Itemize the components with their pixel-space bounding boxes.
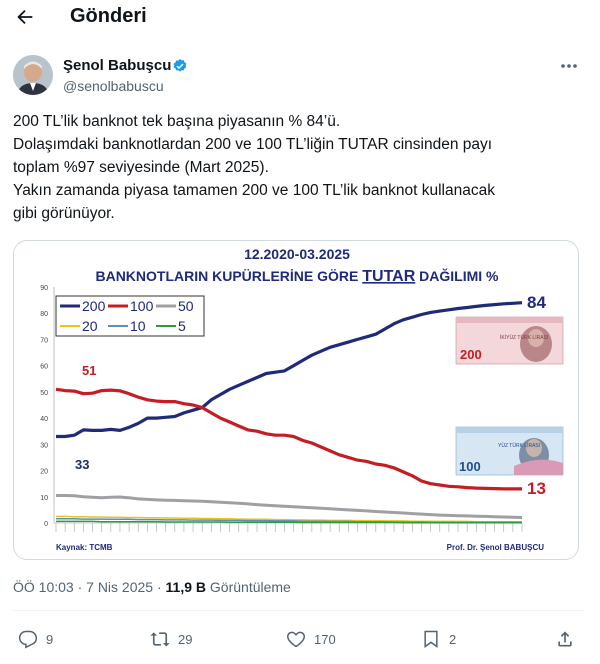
- share-icon: [558, 631, 572, 647]
- label-100-start: 51: [82, 363, 96, 378]
- y-tick-label: 80: [40, 311, 48, 318]
- y-tick-label: 20: [40, 469, 48, 476]
- tweet-meta: ÖÖ 10:03 · 7 Nis 2025 · 11,9 B Görüntüle…: [13, 579, 291, 595]
- reply-count: 9: [46, 631, 54, 647]
- legend-label-5: 5: [178, 318, 186, 334]
- bookmark-icon: [424, 630, 438, 648]
- chart-subtitle-post: DAĞILIMI %: [415, 267, 499, 284]
- legend-label-20: 20: [82, 318, 98, 334]
- reply-button[interactable]: 9: [18, 628, 53, 650]
- tweet-line: 200 TL’lik banknot tek başına piyasanın …: [13, 113, 341, 130]
- series-line-100: [55, 387, 522, 491]
- like-icon: [287, 631, 305, 648]
- series-line-50: [56, 494, 523, 519]
- legend-label-200: 200: [82, 298, 106, 314]
- avatar[interactable]: [13, 55, 53, 95]
- author-handle[interactable]: @senolbabuscu: [63, 78, 164, 94]
- views-count: 11,9 B: [165, 579, 207, 595]
- banknote-100-text: YÜZ TÜRK LİRASI: [498, 442, 540, 449]
- page-title: Gönderi: [70, 5, 147, 27]
- bookmark-button[interactable]: 2: [421, 628, 456, 650]
- chart-subtitle-pre: BANKNOTLARIN KUPÜRLERİNE GÖRE: [95, 268, 362, 284]
- label-100-end: 13: [527, 479, 546, 498]
- chart-source: Kaynak: TCMB: [56, 543, 113, 552]
- more-icon[interactable]: [558, 58, 580, 74]
- repost-button[interactable]: 29: [150, 628, 192, 650]
- tweet-timestamp[interactable]: ÖÖ 10:03 · 7 Nis 2025 ·: [13, 579, 166, 595]
- share-button[interactable]: [555, 628, 575, 650]
- back-arrow-icon[interactable]: [14, 6, 36, 28]
- tweet-line: Dolaşımdaki banknotlardan 200 ve 100 TL’…: [13, 136, 493, 153]
- chart-credit: Prof. Dr. Şenol BABUŞCU: [447, 543, 545, 552]
- y-tick-label: 0: [44, 521, 48, 528]
- repost-count: 29: [178, 631, 193, 647]
- y-tick-label: 50: [40, 390, 48, 397]
- tweet-line: gibi görünüyor.: [13, 205, 115, 222]
- y-tick-label: 40: [40, 416, 48, 423]
- y-tick-label: 60: [40, 364, 48, 371]
- banknote-100-value: 100: [459, 459, 481, 474]
- legend-label-100: 100: [130, 298, 154, 314]
- y-tick-label: 70: [40, 337, 48, 344]
- y-tick-label: 90: [40, 285, 48, 292]
- chart-subtitle: BANKNOTLARIN KUPÜRLERİNE GÖRE TUTAR DAĞI…: [95, 267, 499, 285]
- author-name[interactable]: Şenol Babuşcu: [63, 57, 171, 74]
- legend-label-50: 50: [178, 298, 194, 314]
- tweet-media-chart[interactable]: 12.2020-03.2025 BANKNOTLARIN KUPÜRLERİNE…: [13, 240, 579, 560]
- tweet-line: toplam %97 seviyesinde (Mart 2025).: [13, 159, 269, 176]
- banknote-200-image: 200 İKİYÜZ TÜRK LİRASI: [455, 316, 564, 365]
- like-count: 170: [314, 631, 336, 647]
- verified-badge-icon: [173, 59, 187, 72]
- repost-icon: [150, 632, 170, 647]
- top-bar: Gönderi: [0, 0, 600, 36]
- like-button[interactable]: 170: [286, 628, 336, 650]
- y-tick-label: 10: [40, 495, 48, 502]
- legend-label-10: 10: [130, 318, 146, 334]
- banknote-200-value: 200: [460, 347, 482, 362]
- y-tick-label: 30: [40, 442, 48, 449]
- label-200-end: 84: [527, 293, 546, 312]
- x-axis-ticks: [55, 523, 523, 532]
- banknote-200-text: İKİYÜZ TÜRK LİRASI: [500, 334, 548, 341]
- views-label: Görüntüleme: [206, 579, 291, 595]
- avatar-image: [13, 55, 53, 95]
- banknote-100-image: 100 YÜZ TÜRK LİRASI: [455, 426, 564, 476]
- chart-title: 12.2020-03.2025: [244, 246, 350, 262]
- action-bar: 9 29 170 2: [0, 620, 600, 656]
- line-chart: 12.2020-03.2025 BANKNOTLARIN KUPÜRLERİNE…: [40, 246, 564, 552]
- bookmark-count: 2: [449, 631, 457, 647]
- reply-icon: [18, 630, 38, 649]
- chart-subtitle-em: TUTAR: [362, 268, 415, 285]
- tweet-text: 200 TL’lik banknot tek başına piyasanın …: [13, 110, 583, 225]
- legend: 200 100 50 20 10 5: [55, 295, 205, 337]
- divider: [13, 610, 585, 611]
- label-200-start: 33: [75, 457, 89, 472]
- tweet-line: Yakın zamanda piyasa tamamen 200 ve 100 …: [13, 182, 495, 199]
